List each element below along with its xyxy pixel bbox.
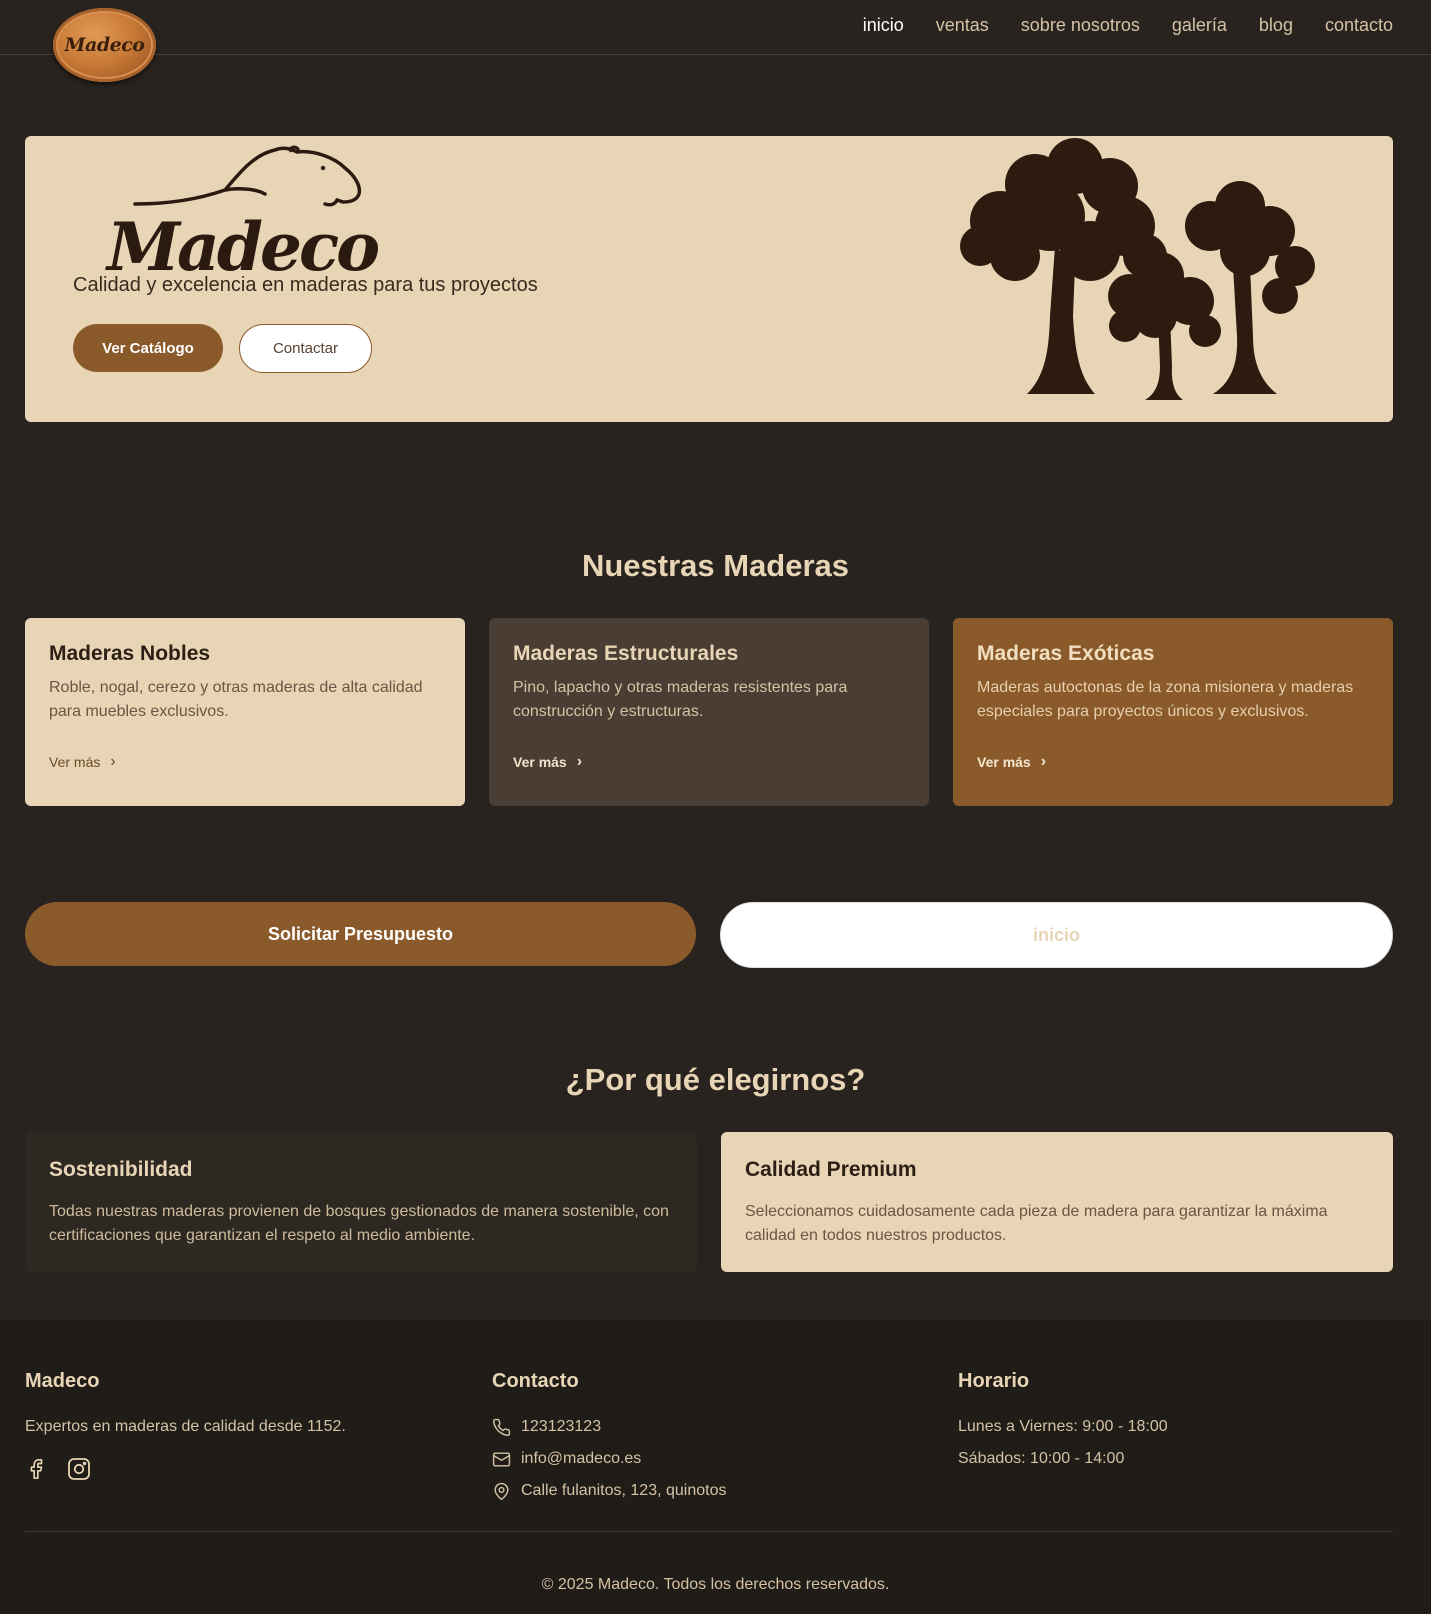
footer-about-text: Expertos en maderas de calidad desde 115…: [25, 1418, 346, 1435]
footer-divider: [25, 1531, 1393, 1532]
copyright-text: © 2025 Madeco. Todos los derechos reserv…: [541, 1576, 890, 1593]
footer-hours-title: Horario: [958, 1370, 1030, 1392]
contact-phone[interactable]: 123123123: [492, 1411, 726, 1443]
capybara-icon: [133, 146, 362, 207]
nav-link-ventas[interactable]: ventas: [936, 13, 989, 37]
footer: Madeco Expertos en maderas de calidad de…: [0, 1320, 1431, 1614]
map-pin-icon: [494, 1482, 509, 1500]
contact-button[interactable]: Contactar: [239, 324, 372, 373]
email-address: info@madeco.es: [521, 1450, 642, 1467]
contact-address: Calle fulanitos, 123, quinotos: [492, 1475, 726, 1507]
request-quote-button[interactable]: Solicitar Presupuesto: [25, 902, 696, 966]
see-more-link[interactable]: Ver más ›: [977, 753, 1046, 771]
hero-brand-text: Madeco: [105, 208, 378, 282]
phone-icon: [492, 1418, 511, 1436]
home-button[interactable]: inicio: [720, 902, 1393, 968]
chevron-right-icon: ›: [1040, 753, 1047, 770]
nav-link-contacto[interactable]: contacto: [1325, 13, 1393, 37]
phone-number: 123123123: [521, 1418, 602, 1435]
hero-brand-logo: Madeco: [105, 145, 381, 282]
card-title: Maderas Nobles: [49, 642, 211, 665]
social-links: [25, 1457, 346, 1481]
wood-card-estructurales[interactable]: Maderas Estructurales Pino, lapacho y ot…: [489, 618, 929, 806]
footer-contact-title: Contacto: [492, 1370, 579, 1392]
feature-title: Calidad Premium: [745, 1158, 917, 1181]
hours-saturday: Sábados: 10:00 - 14:00: [958, 1450, 1125, 1467]
trees-illustration: [960, 138, 1315, 400]
card-description: Maderas autoctonas de la zona misionera …: [977, 679, 1354, 720]
feature-premium-quality: Calidad Premium Seleccionamos cuidadosam…: [721, 1132, 1393, 1272]
see-more-link[interactable]: Ver más ›: [513, 753, 582, 771]
address-text: Calle fulanitos, 123, quinotos: [521, 1482, 727, 1499]
top-navigation: Madeco inicio ventas sobre nosotros gale…: [0, 0, 1431, 82]
view-catalog-button[interactable]: Ver Catálogo: [73, 324, 223, 372]
feature-title: Sostenibilidad: [49, 1158, 193, 1181]
facebook-icon[interactable]: [25, 1457, 47, 1481]
see-more-label: Ver más: [513, 754, 567, 770]
wood-card-nobles[interactable]: Maderas Nobles Roble, nogal, cerezo y ot…: [25, 618, 465, 806]
nav-link-galeria[interactable]: galería: [1172, 13, 1227, 37]
footer-about: Madeco Expertos en maderas de calidad de…: [25, 1370, 346, 1481]
see-more-label: Ver más: [49, 754, 101, 770]
hero-tagline: Calidad y excelencia en maderas para tus…: [73, 274, 538, 296]
card-title: Maderas Exóticas: [977, 642, 1155, 665]
chevron-right-icon: ›: [576, 753, 583, 770]
chevron-right-icon: ›: [110, 753, 116, 770]
footer-contact: Contacto 123123123 info@madeco.es Calle …: [492, 1370, 726, 1507]
card-description: Roble, nogal, cerezo y otras maderas de …: [49, 679, 423, 720]
hours-weekdays: Lunes a Viernes: 9:00 - 18:00: [958, 1418, 1168, 1435]
feature-text: Todas nuestras maderas provienen de bosq…: [49, 1203, 669, 1244]
footer-hours: Horario Lunes a Viernes: 9:00 - 18:00 Sá…: [958, 1370, 1168, 1475]
footer-about-title: Madeco: [25, 1370, 100, 1392]
woods-section-title: Nuestras Maderas: [581, 548, 850, 583]
card-title: Maderas Estructurales: [513, 642, 739, 665]
logo-text: Madeco: [64, 34, 145, 56]
card-description: Pino, lapacho y otras maderas resistente…: [513, 679, 848, 720]
see-more-label: Ver más: [977, 754, 1031, 770]
feature-sustainability: Sostenibilidad Todas nuestras maderas pr…: [25, 1132, 697, 1272]
feature-text: Seleccionamos cuidadosamente cada pieza …: [745, 1203, 1328, 1244]
nav-link-sobre-nosotros[interactable]: sobre nosotros: [1021, 13, 1140, 37]
contact-email[interactable]: info@madeco.es: [492, 1443, 726, 1475]
madeco-logo[interactable]: Madeco: [53, 8, 156, 82]
instagram-icon[interactable]: [67, 1457, 91, 1481]
mail-icon: [492, 1451, 511, 1467]
hero-banner: Madeco Calidad y excelencia en maderas p…: [25, 136, 1393, 422]
why-section-title: ¿Por qué elegirnos?: [565, 1062, 866, 1097]
see-more-link[interactable]: Ver más ›: [49, 753, 116, 771]
nav-links: inicio ventas sobre nosotros galería blo…: [863, 13, 1393, 37]
nav-link-inicio[interactable]: inicio: [863, 13, 904, 37]
wood-card-exoticas[interactable]: Maderas Exóticas Maderas autoctonas de l…: [953, 618, 1393, 806]
nav-link-blog[interactable]: blog: [1259, 13, 1293, 37]
